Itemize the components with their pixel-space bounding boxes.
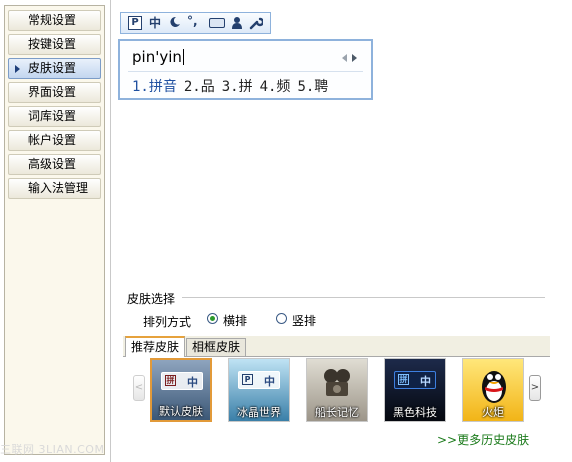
skin-thumb-default[interactable]: 拼 中 默认皮肤: [150, 358, 212, 422]
candidate-item[interactable]: 2.品: [184, 79, 215, 95]
skin-preview-bar: 拼 中: [161, 372, 203, 390]
layout-label: 排列方式: [143, 315, 192, 329]
prev-page-icon[interactable]: [342, 54, 347, 62]
ime-logo-icon: P: [128, 16, 142, 30]
skin-name: 黑色科技: [393, 406, 437, 419]
radio-label: 竖排: [292, 314, 317, 328]
skin-thumb-torch[interactable]: 火炬: [462, 358, 524, 422]
scroll-left-button[interactable]: <: [133, 375, 145, 401]
penguin-icon: [482, 371, 506, 403]
candidate-item[interactable]: 5.聘: [297, 79, 328, 95]
skin-preview-bar: P 中: [238, 371, 280, 389]
chinese-mode-icon: 中: [264, 375, 275, 388]
sidebar-item-label: 词库设置: [28, 109, 77, 123]
sidebar-item-dictionary[interactable]: 词库设置: [8, 106, 101, 127]
chinese-mode-icon: 中: [187, 376, 198, 389]
candidate-list: 1.拼音 2.品 3.拼 4.频 5.聘: [132, 76, 335, 96]
skin-thumb-captain[interactable]: 船长记忆: [306, 358, 368, 422]
skin-thumb-ice[interactable]: P 中 冰晶世界: [228, 358, 290, 422]
sidebar-item-ime-manage[interactable]: 输入法管理: [8, 178, 101, 199]
skin-tabs: 推荐皮肤 相框皮肤: [123, 336, 550, 357]
selected-arrow-icon: [15, 65, 20, 73]
sidebar-item-label: 输入法管理: [28, 181, 89, 195]
skin-thumb-black-tech[interactable]: 拼 中 黑色科技: [384, 358, 446, 422]
chinese-mode-icon: 中: [420, 375, 431, 388]
skin-name: 船长记忆: [315, 406, 359, 419]
radio-button[interactable]: [276, 313, 287, 324]
tab-recommended-skins[interactable]: 推荐皮肤: [125, 336, 186, 357]
chinese-mode-icon: 中: [149, 16, 162, 30]
skin-preview-bar: 拼 中: [394, 371, 436, 389]
watermark: 三联网 3LIAN.COM: [0, 443, 105, 456]
candidate-window: pin'yin 1.拼音 2.品 3.拼 4.频 5.聘: [118, 39, 373, 100]
sidebar-item-account[interactable]: 帐户设置: [8, 130, 101, 151]
ime-logo-icon: 拼: [165, 375, 176, 386]
ime-status-toolbar: P 中 °,: [120, 12, 271, 34]
ime-logo-icon: 拼: [398, 374, 409, 385]
more-history-skins-link[interactable]: >>更多历史皮肤: [437, 431, 529, 448]
sidebar-item-label: 常规设置: [28, 13, 77, 27]
user-icon: [232, 17, 242, 29]
skin-name: 冰晶世界: [237, 406, 281, 419]
moon-icon: [170, 16, 180, 27]
sidebar-item-interface[interactable]: 界面设置: [8, 82, 101, 103]
next-page-icon[interactable]: [352, 54, 357, 62]
camera-icon: [324, 369, 350, 396]
sidebar-item-label: 高级设置: [28, 157, 77, 171]
skin-gallery: < 拼 中 默认皮肤 P 中 冰晶世界 船长记忆 拼 中 黑色科技 火炬 >: [123, 357, 550, 425]
candidate-item[interactable]: 4.频: [260, 79, 291, 95]
candidate-item[interactable]: 3.拼: [222, 79, 253, 95]
skin-section-title: 皮肤选择: [127, 292, 176, 306]
sidebar-item-label: 帐户设置: [28, 133, 77, 147]
sidebar-item-advanced[interactable]: 高级设置: [8, 154, 101, 175]
panel-divider: [110, 0, 111, 462]
skin-name: 火炬: [482, 406, 504, 419]
radio-label: 横排: [223, 314, 248, 328]
ime-logo-icon: P: [242, 374, 253, 385]
radio-button[interactable]: [207, 313, 218, 324]
skin-name: 默认皮肤: [159, 405, 203, 418]
candidate-item[interactable]: 1.拼音: [132, 79, 177, 95]
sidebar-item-label: 界面设置: [28, 85, 77, 99]
keyboard-icon: [209, 18, 225, 28]
candidate-separator: [128, 71, 363, 72]
scroll-right-button[interactable]: >: [529, 375, 541, 401]
text-caret: [182, 49, 184, 65]
sidebar-item-label: 皮肤设置: [28, 61, 77, 75]
section-divider: [182, 297, 545, 298]
sidebar-item-general[interactable]: 常规设置: [8, 10, 101, 31]
wrench-icon: [249, 17, 263, 30]
sidebar-item-skin[interactable]: 皮肤设置: [8, 58, 101, 79]
settings-sidebar: 常规设置 按键设置 皮肤设置 界面设置 词库设置 帐户设置 高级设置 输入法管理: [4, 5, 105, 455]
sidebar-item-label: 按键设置: [28, 37, 77, 51]
punctuation-icon: °,: [187, 14, 198, 28]
sidebar-item-keys[interactable]: 按键设置: [8, 34, 101, 55]
composition-text: pin'yin: [132, 48, 184, 66]
tab-frame-skins[interactable]: 相框皮肤: [186, 338, 247, 356]
